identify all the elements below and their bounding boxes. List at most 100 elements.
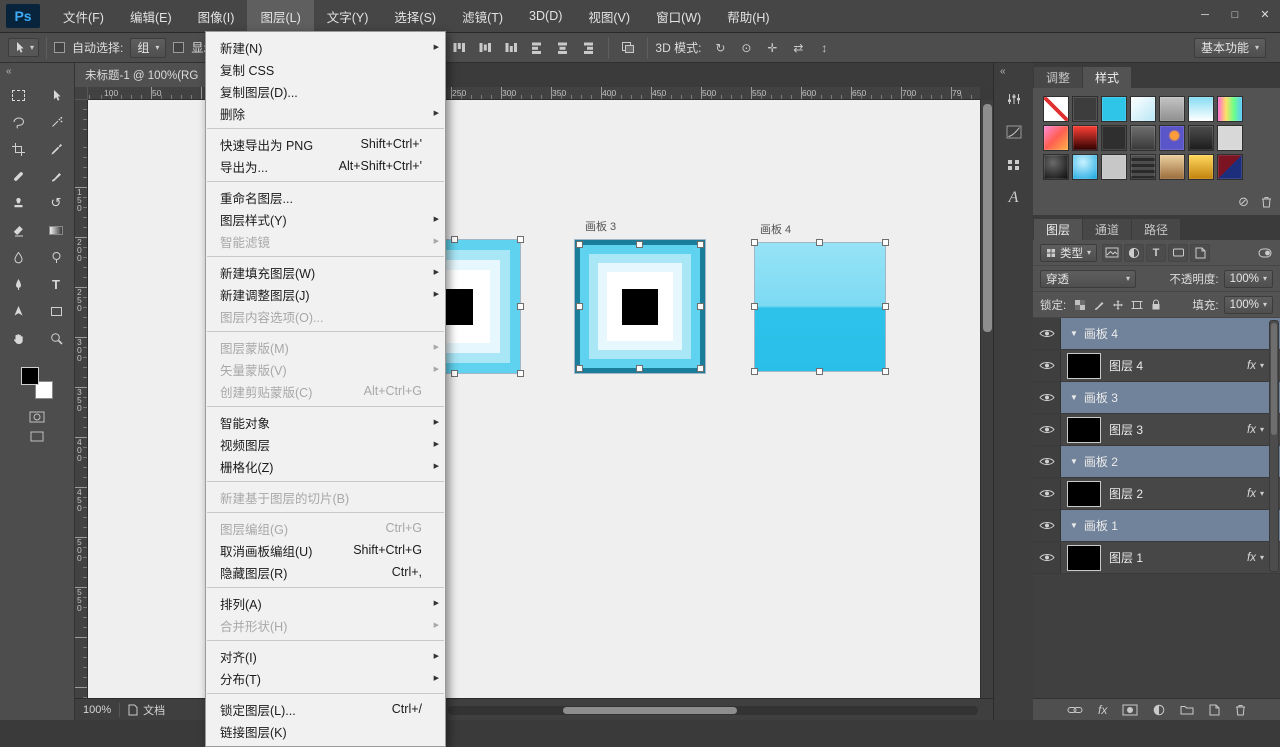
menubar-item-filter[interactable]: 滤镜(T) [449,0,516,33]
chevron-down-icon[interactable]: ▾ [1260,553,1264,562]
eye-visibility-toggle[interactable] [1033,318,1061,349]
foreground-color-swatch[interactable] [21,367,39,385]
gradient-tool[interactable] [43,219,69,241]
add-layer-mask-icon[interactable] [1122,704,1138,716]
lock-all-icon[interactable] [1147,296,1164,313]
filter-smart-objects-icon[interactable] [1190,243,1211,262]
selection-handle[interactable] [697,241,704,248]
selection-handle[interactable] [882,303,889,310]
layer-thumbnail[interactable] [1067,352,1101,379]
screen-mode-icon[interactable] [30,431,44,442]
fill-dropdown[interactable]: 100% ▾ [1223,295,1273,314]
history-brush-tool[interactable]: ↺ [43,192,69,214]
scrollbar-thumb[interactable] [983,104,992,332]
new-adjustment-layer-icon[interactable] [1153,704,1165,716]
tab-layers[interactable]: 图层 [1034,219,1083,240]
drag-3d-icon[interactable]: ✛ [760,37,784,59]
move-tool[interactable] [43,84,69,106]
layer-menu-item-37[interactable]: 链接图层(K) [206,720,445,742]
menubar-item-select[interactable]: 选择(S) [381,0,449,33]
layer-row[interactable]: 图层 4 fx ▾ [1033,350,1280,382]
eyedropper-tool[interactable] [43,138,69,160]
roll-3d-icon[interactable]: ⊙ [734,37,758,59]
clone-stamp-tool[interactable] [5,192,31,214]
layer-menu-item-30[interactable]: 排列(A) ▶ [206,592,445,614]
new-group-icon[interactable] [1180,704,1194,715]
selection-handle[interactable] [576,302,583,310]
curve-icon[interactable] [999,118,1029,146]
layer-menu-item-36[interactable]: 锁定图层(L)... Ctrl+/ [206,698,445,720]
distribute-vertical-centers-icon[interactable] [473,37,497,59]
hand-tool[interactable] [5,327,31,349]
delete-style-icon[interactable] [1261,196,1272,208]
pen-tool[interactable] [5,273,31,295]
tab-adjustments[interactable]: 调整 [1034,67,1083,88]
selection-handle[interactable] [451,236,458,243]
blur-tool[interactable] [5,246,31,268]
style-gray[interactable] [1159,96,1185,122]
selection-handle[interactable] [636,241,643,248]
menubar-item-window[interactable]: 窗口(W) [643,0,714,33]
selection-handle[interactable] [517,302,524,310]
style-tan[interactable] [1159,154,1185,180]
orbit-3d-icon[interactable]: ↻ [708,37,732,59]
style-red-black[interactable] [1072,125,1098,151]
layer-menu-item-3[interactable]: 删除 ▶ [206,102,445,124]
chevron-down-icon[interactable]: ▾ [1260,489,1264,498]
style-black-sphere[interactable] [1043,154,1069,180]
letter-a-icon[interactable]: A [999,184,1029,212]
slide-3d-icon[interactable]: ⇄ [786,37,810,59]
lock-transparent-pixels-icon[interactable] [1071,296,1088,313]
disclosure-triangle-icon[interactable]: ▼ [1070,521,1078,530]
type-tool[interactable]: T [43,273,69,295]
lock-artboard-nesting-icon[interactable] [1128,296,1145,313]
zoom-tool[interactable] [43,327,69,349]
style-gold[interactable] [1188,154,1214,180]
style-light-gray[interactable] [1217,125,1243,151]
distribute-right-edges-icon[interactable] [577,37,601,59]
selection-handle[interactable] [517,370,524,377]
expand-panels-icon[interactable]: « [994,63,1033,80]
magic-wand-tool[interactable] [43,111,69,133]
style-purple-orb[interactable] [1159,125,1185,151]
lock-position-icon[interactable] [1109,296,1126,313]
layer-menu-item-8[interactable]: 重命名图层... [206,186,445,208]
layer-thumbnail[interactable] [1067,480,1101,507]
filter-pixel-layers-icon[interactable] [1102,243,1123,262]
selection-handle[interactable] [697,302,704,310]
layer-menu-item-20[interactable]: 智能对象 ▶ [206,411,445,433]
style-silver[interactable] [1101,154,1127,180]
style-dark-gradient[interactable] [1188,125,1214,151]
menubar-item-type[interactable]: 文字(Y) [314,0,382,33]
style-cyan[interactable] [1101,96,1127,122]
selection-handle[interactable] [576,365,583,372]
distribute-horizontal-centers-icon[interactable] [551,37,575,59]
auto-select-target-dropdown[interactable]: 组 ▾ [130,37,167,58]
vertical-scrollbar[interactable] [980,100,993,698]
scale-3d-icon[interactable]: ↕ [812,37,836,59]
path-selection-tool[interactable] [5,300,31,322]
document-tab[interactable]: 未标题-1 @ 100%(RG [75,63,210,87]
selection-handle[interactable] [751,368,758,375]
zoom-level[interactable]: 100% [83,704,111,716]
workspace-switcher[interactable]: 基本功能 ▾ [1193,37,1266,58]
selection-handle[interactable] [816,368,823,375]
layer-row[interactable]: 图层 1 fx ▾ [1033,542,1280,574]
lock-image-pixels-icon[interactable] [1090,296,1107,313]
eye-visibility-toggle[interactable] [1033,542,1061,573]
style-blue-glossy[interactable] [1072,154,1098,180]
layer-menu-item-27[interactable]: 取消画板编组(U) Shift+Ctrl+G [206,539,445,561]
auto-align-layers-icon[interactable] [616,37,640,59]
artboard-label[interactable]: 画板 3 [585,218,616,234]
layers-scrollbar[interactable] [1269,320,1279,572]
spot-healing-tool[interactable] [5,165,31,187]
layer-row[interactable]: 图层 2 fx ▾ [1033,478,1280,510]
menubar-item-edit[interactable]: 编辑(E) [117,0,185,33]
selection-handle[interactable] [751,303,758,310]
eye-visibility-toggle[interactable] [1033,382,1061,413]
layer-group-row[interactable]: ▼ 画板 2 [1033,446,1280,478]
eraser-tool[interactable] [5,219,31,241]
selection-handle[interactable] [816,239,823,246]
style-dark-gray[interactable] [1072,96,1098,122]
menubar-item-file[interactable]: 文件(F) [50,0,117,33]
